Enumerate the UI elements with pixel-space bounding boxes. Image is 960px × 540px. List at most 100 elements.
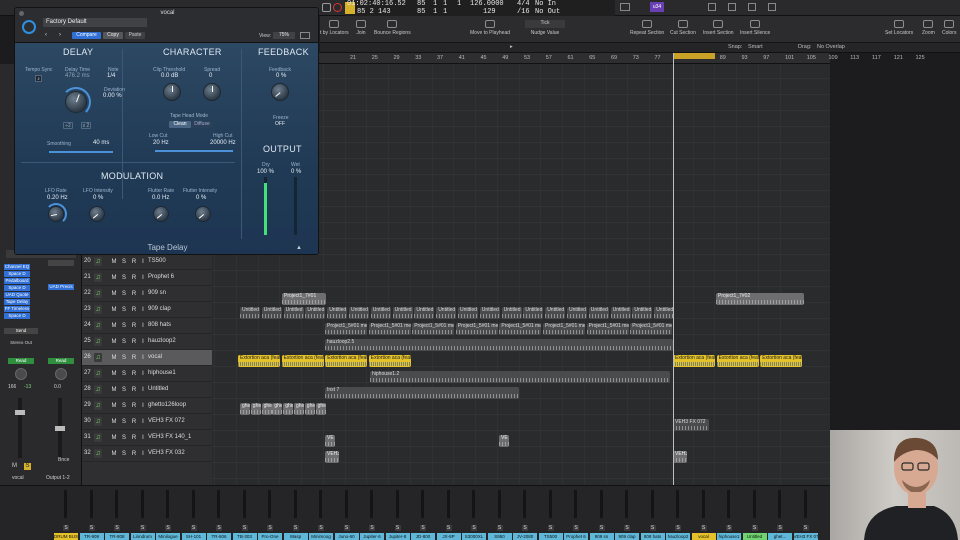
audio-region[interactable]: Untitled [588,307,609,319]
track-name[interactable]: VEH3 FX 032 [148,450,185,456]
next-preset-icon[interactable]: › [59,32,67,39]
send-slot[interactable]: Send [4,328,38,334]
mixer-channel-name[interactable]: Wasp [283,533,308,540]
record-enable-button[interactable]: R [130,418,138,426]
mixer-channel-name[interactable]: DRUM BUS [54,533,78,540]
audio-region[interactable]: Untitled [349,307,369,319]
track-name[interactable]: Prophet 6 [148,274,174,280]
mixer-channel-name[interactable]: Prophet 6 [564,533,588,540]
mixer-solo-button[interactable]: S [751,525,758,531]
audio-region[interactable]: Untitled [632,307,653,319]
mixer-fader[interactable] [548,490,552,518]
compare-button[interactable]: Compare [72,32,101,39]
solo-button[interactable]: S [120,434,128,442]
track-header[interactable]: 22 ♫ M S R I 909 sn [82,286,212,302]
audio-region[interactable]: Project1_7#02 [716,293,804,305]
mixer-solo-button[interactable]: S [318,525,324,531]
mixer-solo-button[interactable]: S [63,525,69,531]
solo-button[interactable]: S [24,463,31,470]
mixer-channel-name[interactable]: JD-800 [411,533,435,540]
audio-region[interactable]: Inst 7 [325,387,519,399]
mixer-fader[interactable] [217,490,220,518]
mute-button[interactable]: M [12,463,17,469]
track-header[interactable]: 25 ♫ M S R Ihauzloop2 [82,334,212,350]
lcd-out[interactable]: No Out [535,8,560,16]
mixer-solo-button[interactable]: S [522,525,528,531]
mixer-channel-name[interactable]: vocal [691,533,716,540]
mixer-solo-button[interactable]: S [777,525,783,531]
plugin-slot[interactable]: Tape Delay [4,299,30,305]
prev-preset-icon[interactable]: ‹ [45,32,53,39]
mixer-channel-name[interactable]: TR-909 [79,533,104,540]
record-enable-button[interactable]: R [130,354,138,362]
track-header[interactable]: 30 ♫ M S R I VEH3 FX 072 [82,414,212,430]
fader-cap[interactable] [15,410,25,415]
snap-select[interactable]: Smart [748,44,763,50]
mixer-fader[interactable] [599,490,603,518]
mixer-fader[interactable] [650,490,654,518]
input-monitor-button[interactable]: I [139,274,147,282]
mixer-fader[interactable] [752,490,756,518]
track-header[interactable]: 27 ♫ M S R Ihiphouse1 [82,366,212,382]
track-name[interactable]: TS500 [148,258,166,264]
mute-button[interactable]: M [110,274,118,282]
set-by-locators-button[interactable]: t by Locators [320,20,349,36]
mixer-solo-button[interactable]: S [292,525,299,531]
mute-button[interactable]: M [110,434,118,442]
audio-region[interactable]: VE [325,435,335,447]
mixer-solo-button[interactable]: S [165,525,171,531]
audio-region[interactable]: Project1_5#01 merg [325,323,367,335]
mixer-fader[interactable] [370,490,373,518]
mixer-solo-button[interactable]: S [802,525,809,531]
automation-read[interactable]: Read [8,358,34,364]
delay-time-knob[interactable] [65,91,87,113]
plugin-slot[interactable]: Channel EQ [4,264,30,270]
audio-region[interactable]: VE [499,435,509,447]
mixer-solo-button[interactable]: S [267,525,273,531]
wet-slider[interactable] [294,177,297,235]
link-icon[interactable] [300,32,310,39]
record-enable-button[interactable]: R [130,402,138,410]
output-eye-icon[interactable] [48,260,74,266]
mute-button[interactable]: M [110,290,118,298]
smoothing-slider[interactable] [49,151,113,153]
audio-region[interactable]: Project1_5#01 merg [499,323,542,335]
clean-mode-button[interactable]: Clean [169,121,191,128]
clip-threshold-knob[interactable] [163,83,181,101]
solo-button[interactable]: S [120,354,128,362]
mute-button[interactable]: M [110,258,118,266]
freeze-toggle[interactable]: OFF [275,121,285,127]
audio-region[interactable]: Untitled [327,307,348,319]
copy-button[interactable]: Copy [103,32,123,39]
track-header[interactable]: 31 ♫ M S R I VEH3 FX 140_1 [82,430,212,446]
mute-button[interactable]: M [110,386,118,394]
browser-icon[interactable] [768,3,776,11]
set-locators-button[interactable]: Set Locators [885,20,913,36]
output-slot[interactable]: Stereo Out [4,340,38,345]
track-header[interactable]: 23 ♫ M S R I 909 clap [82,302,212,318]
flutter-rate-knob[interactable] [153,206,169,222]
nudge-value-select[interactable]: Tick Nudge Value [525,20,565,36]
plugin-slot[interactable]: Space D [4,285,30,291]
mixer-fader[interactable] [676,490,679,518]
mixer-fader[interactable] [472,490,475,518]
list-editors-icon[interactable] [708,3,716,11]
power-icon[interactable] [22,20,36,34]
input-monitor-button[interactable]: I [139,418,147,426]
mixer-channel-name[interactable]: JV-2080 [513,533,537,540]
audio-region[interactable]: ghe [304,403,315,415]
record-enable-button[interactable]: R [130,258,138,266]
mixer-fader[interactable] [395,490,399,518]
audio-region[interactable]: hiphouse1.2 [370,371,670,383]
track-header[interactable]: 26 ♫ M S R Ivocal [82,350,212,366]
feedback-knob[interactable] [271,83,289,101]
mixer-fader[interactable] [293,490,297,518]
solo-button[interactable]: S [120,322,128,330]
input-monitor-button[interactable]: I [139,402,147,410]
track-name[interactable]: Untitled [148,386,168,392]
audio-region[interactable]: Untitled [523,307,544,319]
solo-button[interactable]: S [120,274,128,282]
mixer-channel-name[interactable]: S950 [487,533,512,540]
mixer-channel-name[interactable]: 808 hats [640,533,665,540]
mixer-fader[interactable] [344,490,348,518]
